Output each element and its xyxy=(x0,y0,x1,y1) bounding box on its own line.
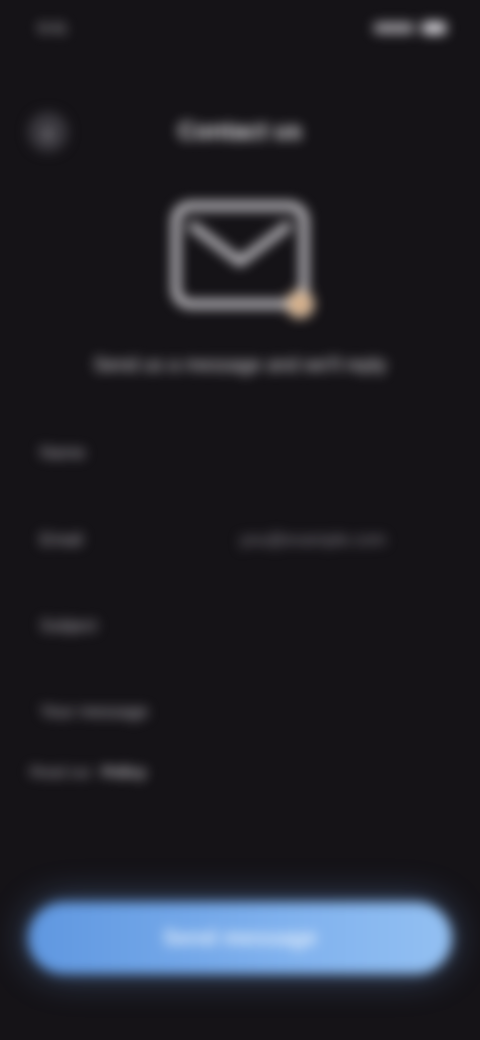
message-label: Your message xyxy=(40,702,149,721)
status-time: 9:41 xyxy=(38,20,68,37)
status-icons xyxy=(374,22,446,34)
contact-screen: 9:41 ‹ Contact us Send us a message and … xyxy=(0,0,480,1040)
message-field[interactable]: Your message xyxy=(40,694,440,734)
signal-icon xyxy=(374,23,414,33)
policy-note-text: Read our xyxy=(30,764,92,781)
send-message-label: Send message xyxy=(162,925,318,950)
email-input[interactable]: you@example.com xyxy=(240,530,386,550)
subject-field[interactable]: Subject xyxy=(40,608,440,648)
policy-note: Read our Policy xyxy=(30,764,146,781)
name-field[interactable]: Name xyxy=(40,435,440,475)
email-field[interactable]: Email you@example.com xyxy=(40,522,440,562)
subject-label: Subject xyxy=(40,616,97,635)
battery-icon xyxy=(422,22,446,34)
mail-icon xyxy=(172,202,314,318)
pencil-icon xyxy=(286,290,314,318)
email-label: Email xyxy=(40,530,83,549)
page-title: Contact us xyxy=(177,118,302,145)
name-label: Name xyxy=(40,443,86,462)
policy-link[interactable]: Policy xyxy=(102,764,146,781)
status-bar: 9:41 xyxy=(0,14,480,46)
send-message-button[interactable]: Send message xyxy=(28,902,452,974)
subtitle: Send us a message and we'll reply xyxy=(93,355,387,376)
